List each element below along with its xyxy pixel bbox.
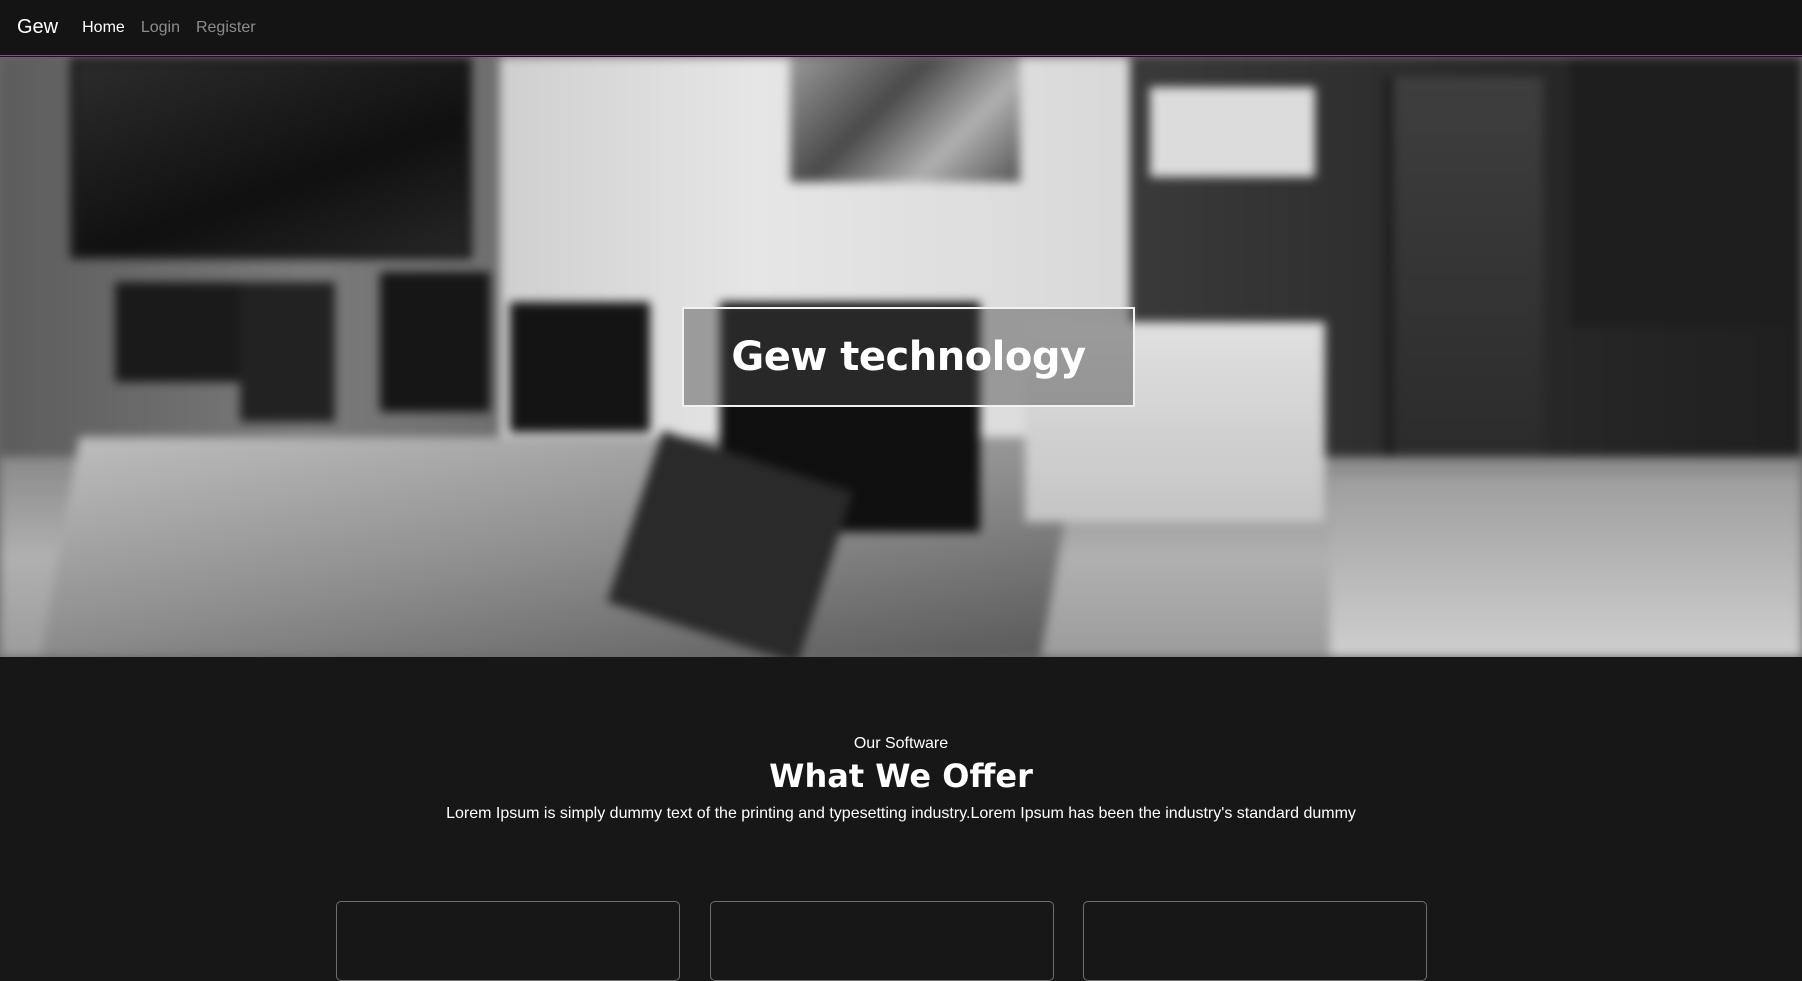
hero-title: Gew technology (731, 334, 1086, 380)
offer-description: Lorem Ipsum is simply dummy text of the … (446, 805, 1356, 822)
offer-kicker: Our Software (853, 735, 949, 752)
offer-card (336, 901, 680, 981)
nav-link-home[interactable]: Home (82, 19, 125, 37)
nav-link-register[interactable]: Register (196, 19, 256, 37)
hero-title-box: Gew technology (682, 307, 1135, 407)
hero-banner: Gew technology (0, 57, 1802, 657)
offer-heading: What We Offer (769, 757, 1033, 795)
offer-card (710, 901, 1054, 981)
brand-link[interactable]: Gew (17, 16, 58, 39)
top-navbar: Gew Home Login Register (0, 0, 1802, 56)
offer-card (1083, 901, 1427, 981)
nav-link-login[interactable]: Login (141, 19, 180, 37)
offer-section: Our Software What We Offer Lorem Ipsum i… (0, 657, 1802, 981)
